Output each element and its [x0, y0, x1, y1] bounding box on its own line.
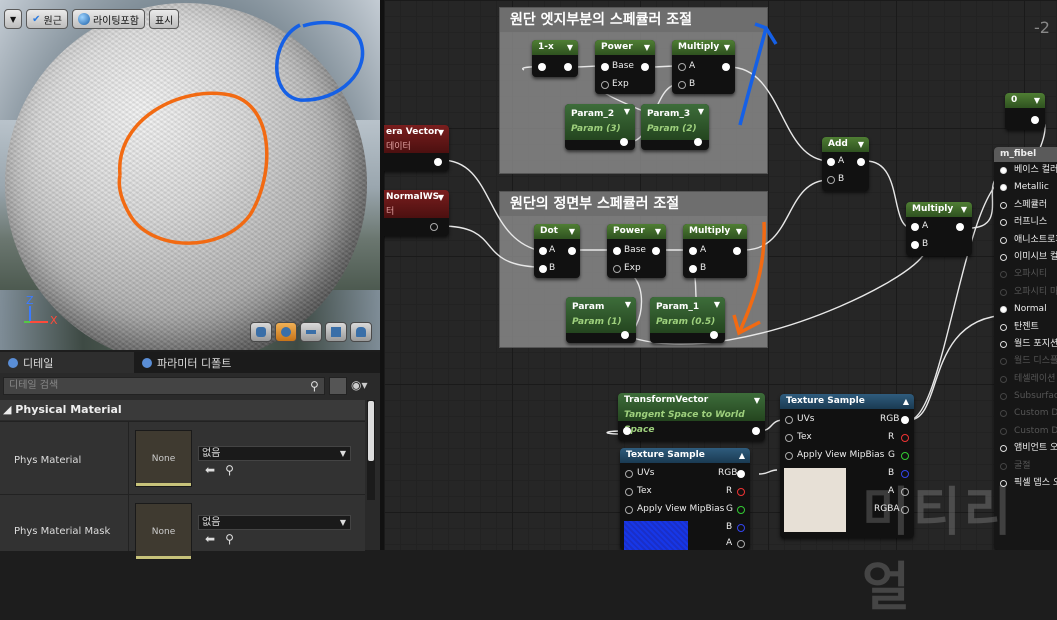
dropdown-arrow-icon: ▼	[339, 518, 346, 527]
axis-gizmo: Z X	[18, 294, 68, 334]
use-selected-arrow-icon[interactable]: ⬅	[205, 463, 215, 477]
show-button[interactable]: 표시	[148, 9, 180, 29]
magnifier-icon	[142, 357, 152, 368]
tab-parameter-defaults[interactable]: 파라미터 디폴트	[134, 352, 239, 373]
property-matrix-button[interactable]	[329, 377, 347, 395]
prop-label: Phys Material	[14, 455, 82, 466]
cylinder-preview-button[interactable]	[250, 322, 272, 342]
orange-annotation-circle	[117, 91, 269, 245]
plane-preview-button[interactable]	[300, 322, 322, 342]
asset-combo[interactable]: 없음 ▼	[198, 515, 351, 530]
orange-annotation-arrow	[737, 221, 766, 334]
browse-search-icon[interactable]: ⚲	[225, 532, 234, 546]
material-graph[interactable]: 원단 엣지부분의 스페큘러 조절 원단의 정면부 스페큘러 조절 1-x ▼ P…	[384, 0, 1057, 550]
details-tabs: 디테일 파라미터 디폴트	[0, 352, 380, 373]
teapot-icon	[356, 327, 366, 337]
dropdown-arrow-icon: ▼	[339, 449, 346, 458]
asset-thumbnail[interactable]: None	[135, 503, 192, 560]
sphere-preview-button[interactable]	[275, 322, 297, 342]
sphere-icon	[77, 13, 90, 25]
asset-combo[interactable]: 없음 ▼	[198, 446, 351, 461]
details-scrollbar[interactable]	[367, 400, 375, 500]
asset-thumbnail[interactable]: None	[135, 430, 192, 487]
cylinder-icon	[256, 327, 266, 337]
blue-annotation-arrow	[738, 27, 768, 126]
details-search-input[interactable]: 디테일 검색 ⚲	[3, 377, 325, 395]
prop-phys-material-mask: Phys Material Mask None 없음 ▼ ⬅ ⚲	[0, 494, 365, 560]
check-icon: ✔	[32, 13, 41, 25]
preview-shape-bar	[250, 322, 372, 342]
material-preview-viewport[interactable]: ▼ ✔ 원근 라이팅포함 표시 Z X	[0, 0, 380, 350]
cube-icon	[331, 327, 341, 337]
blue-annotation-circle	[275, 20, 365, 102]
details-panel: 디테일 파라미터 디폴트 디테일 검색 ⚲ ◉▾ ◢ Physical Mater…	[0, 352, 380, 560]
plane-icon	[306, 330, 316, 334]
axis-x-label: X	[50, 314, 58, 327]
magnifier-icon	[8, 357, 18, 368]
cube-preview-button[interactable]	[325, 322, 347, 342]
annotation-arrows	[732, 22, 778, 336]
lit-mode-button[interactable]: 라이팅포함	[71, 9, 145, 29]
prop-phys-material: Phys Material None 없음 ▼ ⬅ ⚲	[0, 421, 365, 494]
viewport-options-button[interactable]: ▼	[4, 9, 23, 29]
use-selected-arrow-icon[interactable]: ⬅	[205, 532, 215, 546]
chevron-down-icon: ▼	[10, 14, 17, 24]
eye-icon[interactable]: ◉▾	[351, 378, 375, 394]
perspective-button[interactable]: ✔ 원근	[26, 9, 68, 29]
viewport-toolbar: ▼ ✔ 원근 라이팅포함 표시	[4, 9, 180, 29]
watermark-text: 미티리얼	[862, 483, 1015, 618]
search-icon: ⚲	[310, 379, 319, 393]
browse-search-icon[interactable]: ⚲	[225, 463, 234, 477]
prop-label: Phys Material Mask	[14, 526, 111, 537]
tab-details[interactable]: 디테일	[0, 352, 134, 373]
teapot-preview-button[interactable]	[350, 322, 372, 342]
section-physical-material[interactable]: ◢ Physical Material	[0, 400, 365, 420]
sphere-icon	[281, 327, 291, 337]
